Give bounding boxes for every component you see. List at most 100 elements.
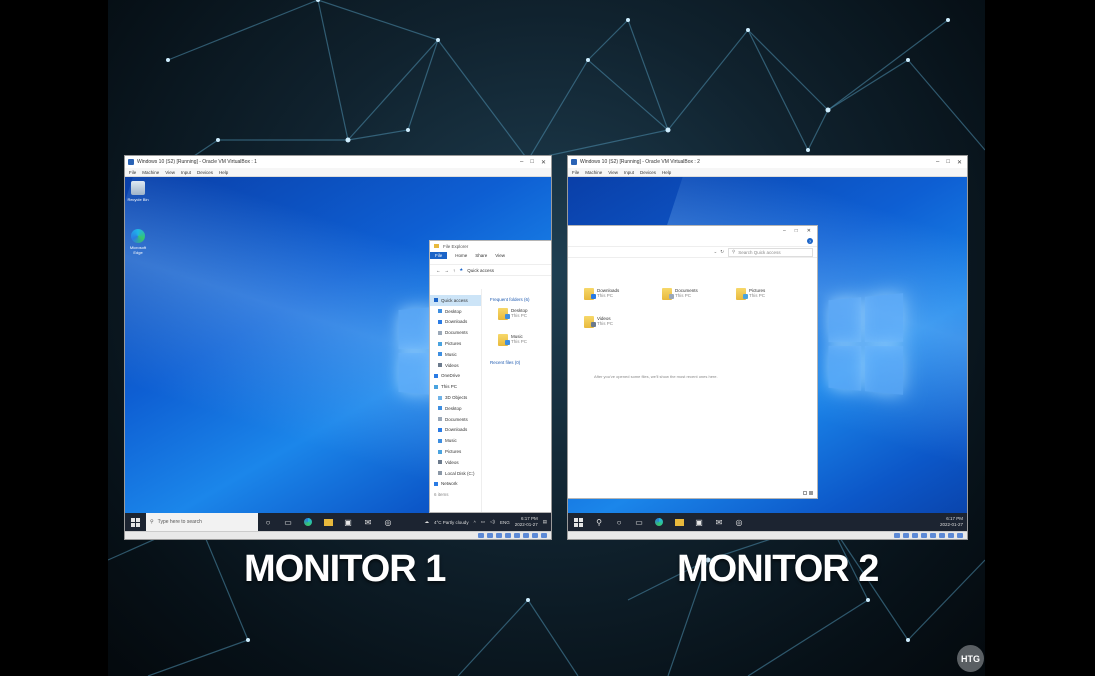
nav-label: Videos <box>445 459 459 465</box>
store-icon[interactable]: ▣ <box>343 517 353 527</box>
folder-item-documents[interactable]: Documents This PC <box>662 288 698 300</box>
large-icons-view-icon[interactable] <box>809 491 813 495</box>
ribbon-tab-file[interactable]: File <box>430 252 448 259</box>
folder-item-videos[interactable]: Videos This PC <box>584 316 613 328</box>
folder-item-downloads[interactable]: Downloads This PC <box>584 288 619 300</box>
refresh-icon[interactable]: ↻ <box>720 249 724 255</box>
minimize-icon[interactable]: – <box>783 228 786 234</box>
explorer-title-bar: – □ ✕ <box>568 226 817 236</box>
nav-item-pictures-pc[interactable]: Pictures <box>430 446 481 457</box>
help-icon[interactable]: ? <box>807 238 813 244</box>
menu-machine[interactable]: Machine <box>142 170 159 175</box>
forward-arrow-icon[interactable]: → <box>445 268 450 273</box>
weather-icon[interactable]: ☁ <box>425 519 430 525</box>
task-view-icon[interactable]: ▭ <box>283 517 293 527</box>
nav-item-local-disk[interactable]: Local Disk (C:) <box>430 468 481 479</box>
windows-start-icon[interactable] <box>574 517 583 527</box>
nav-item-videos-pc[interactable]: Videos <box>430 457 481 468</box>
recent-files-header[interactable]: Recent files (0) <box>490 360 548 365</box>
desktop-icon-recycle-bin[interactable]: Recycle Bin <box>125 181 151 202</box>
nav-item-downloads-pc[interactable]: Downloads <box>430 425 481 436</box>
close-icon[interactable]: ✕ <box>541 159 546 166</box>
ribbon-tab-share[interactable]: Share <box>475 253 487 258</box>
menu-file[interactable]: File <box>572 170 579 175</box>
chevron-up-icon[interactable]: ^ <box>474 520 476 525</box>
nav-label: Downloads <box>445 427 468 433</box>
maximize-icon[interactable]: □ <box>795 228 798 234</box>
language-indicator[interactable]: ENG <box>500 520 510 525</box>
menu-help[interactable]: Help <box>662 170 671 175</box>
edge-taskbar-icon[interactable] <box>303 517 313 527</box>
ribbon-tab-view[interactable]: View <box>495 253 505 258</box>
vm-status-icon <box>912 533 918 538</box>
edge-taskbar-icon[interactable] <box>654 517 664 527</box>
volume-icon[interactable]: ◁) <box>490 519 495 525</box>
mail-icon[interactable]: ✉ <box>363 517 373 527</box>
nav-item-desktop-pc[interactable]: Desktop <box>430 403 481 414</box>
menu-view[interactable]: View <box>608 170 618 175</box>
clock[interactable]: 6:17 PM 2022-01-27 <box>515 516 538 528</box>
menu-file[interactable]: File <box>129 170 136 175</box>
search-box[interactable]: ⚲ Search Quick access <box>728 247 813 257</box>
nav-item-network[interactable]: Network <box>430 479 481 490</box>
folder-location: This PC <box>597 293 614 298</box>
network-icon[interactable]: ▭ <box>481 519 485 525</box>
vm-status-icon <box>496 533 502 538</box>
address-bar[interactable]: ← → ↑ ★ Quick access <box>430 264 551 276</box>
folder-item-desktop[interactable]: Desktop This PC <box>498 308 548 320</box>
search-icon[interactable]: ⚲ <box>594 517 604 527</box>
store-icon[interactable]: ▣ <box>694 517 704 527</box>
folder-item-music[interactable]: Music This PC <box>498 334 548 346</box>
cortana-icon[interactable]: ○ <box>614 517 624 527</box>
nav-item-videos[interactable]: Videos <box>430 360 481 371</box>
nav-item-music[interactable]: Music <box>430 349 481 360</box>
nav-item-desktop[interactable]: Desktop <box>430 306 481 317</box>
dropdown-icon[interactable]: ⌄ <box>713 249 717 255</box>
back-arrow-icon[interactable]: ← <box>436 268 441 273</box>
nav-item-3d-objects[interactable]: 3D Objects <box>430 392 481 403</box>
desktop-icon-edge[interactable]: Microsoft Edge <box>125 229 151 255</box>
file-explorer-taskbar-icon[interactable] <box>674 517 684 527</box>
minimize-icon[interactable]: – <box>936 159 939 166</box>
vm-status-icon <box>948 533 954 538</box>
maximize-icon[interactable]: □ <box>946 159 950 166</box>
nav-item-downloads[interactable]: Downloads <box>430 317 481 328</box>
up-arrow-icon[interactable]: ↑ <box>453 268 455 273</box>
nav-item-documents-pc[interactable]: Documents <box>430 414 481 425</box>
menu-input[interactable]: Input <box>181 170 191 175</box>
mail-icon[interactable]: ✉ <box>714 517 724 527</box>
details-view-icon[interactable] <box>803 491 807 495</box>
file-explorer-taskbar-icon[interactable] <box>323 517 333 527</box>
task-view-icon[interactable]: ▭ <box>634 517 644 527</box>
minimize-icon[interactable]: – <box>520 159 523 166</box>
ribbon-tab-home[interactable]: Home <box>455 253 467 258</box>
virtualbox-icon <box>571 159 577 165</box>
menu-machine[interactable]: Machine <box>585 170 602 175</box>
nav-item-music-pc[interactable]: Music <box>430 435 481 446</box>
close-icon[interactable]: ✕ <box>807 228 811 234</box>
menu-view[interactable]: View <box>165 170 175 175</box>
maximize-icon[interactable]: □ <box>530 159 534 166</box>
folder-item-pictures[interactable]: Pictures This PC <box>736 288 765 300</box>
menu-devices[interactable]: Devices <box>197 170 213 175</box>
close-icon[interactable]: ✕ <box>957 159 962 166</box>
address-bar-end[interactable]: ⌄ ↻ <box>568 249 728 255</box>
monitor-2-taskbar: ⚲ ○ ▭ ▣ ✉ ◎ 6:17 PM 2022-01-27 <box>568 513 967 531</box>
weather-text[interactable]: 4°C Partly cloudy <box>434 520 469 525</box>
cortana-icon[interactable]: ○ <box>263 517 273 527</box>
nav-item-quick-access[interactable]: Quick access <box>430 295 481 306</box>
nav-item-onedrive[interactable]: OneDrive <box>430 371 481 382</box>
office-icon[interactable]: ◎ <box>383 517 393 527</box>
windows-start-icon[interactable] <box>131 517 140 527</box>
clock[interactable]: 6:17 PM 2022-01-27 <box>940 516 963 528</box>
nav-item-documents[interactable]: Documents <box>430 327 481 338</box>
menu-devices[interactable]: Devices <box>640 170 656 175</box>
office-icon[interactable]: ◎ <box>734 517 744 527</box>
menu-input[interactable]: Input <box>624 170 634 175</box>
taskbar-search-box[interactable]: ⚲ Type here to search <box>146 513 258 531</box>
nav-item-pictures[interactable]: Pictures <box>430 338 481 349</box>
menu-help[interactable]: Help <box>219 170 228 175</box>
notification-icon[interactable]: ▤ <box>543 519 547 525</box>
nav-item-this-pc[interactable]: This PC <box>430 381 481 392</box>
frequent-folders-header[interactable]: Frequent folders (6) <box>490 297 548 302</box>
